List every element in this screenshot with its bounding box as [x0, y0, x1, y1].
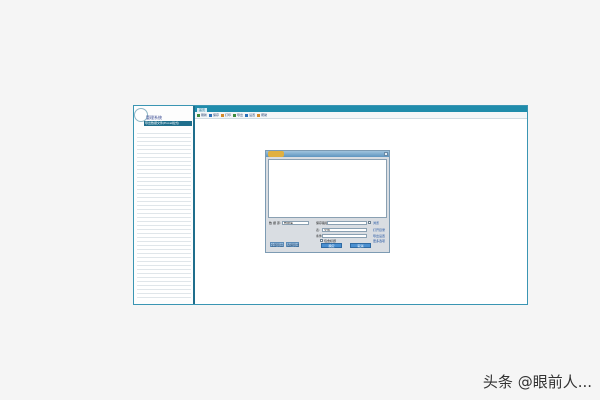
- source-select[interactable]: 数据库: [282, 221, 309, 225]
- export-all-button[interactable]: 全部导出: [270, 242, 284, 247]
- toolbar-settings-button[interactable]: 设置: [245, 113, 255, 117]
- open-folder-link[interactable]: 打开目录: [373, 228, 385, 232]
- close-icon[interactable]: [384, 152, 388, 156]
- toolbar-label: 打印: [225, 113, 232, 117]
- help-icon: [257, 113, 261, 117]
- table-label: 表:: [316, 228, 321, 232]
- source-label: 数 据 源:: [269, 221, 281, 225]
- refresh-icon: [197, 113, 200, 117]
- condition-input[interactable]: [322, 234, 367, 238]
- export-icon: [233, 113, 237, 117]
- toolbar-label: 设置: [249, 113, 256, 117]
- toolbar-refresh-button[interactable]: 刷新: [197, 113, 207, 117]
- dialog-title-bar: [266, 151, 389, 157]
- print-icon: [221, 113, 225, 117]
- path-input[interactable]: [327, 221, 367, 225]
- table-select[interactable]: 全部: [322, 228, 367, 232]
- path-checkbox[interactable]: [368, 221, 371, 224]
- more-options-link[interactable]: 更多选项: [373, 239, 385, 243]
- export-dialog: 数 据 源: 数据库 保存路径: 浏览 表: 全部 打开目录 条件: 导出设置 …: [265, 150, 390, 253]
- toolbar-help-button[interactable]: 帮助: [257, 113, 267, 117]
- browse-link[interactable]: 浏览: [373, 221, 379, 225]
- sidebar-list[interactable]: [137, 130, 191, 300]
- settings-icon: [245, 113, 249, 117]
- watermark: 头条 @眼前人...: [482, 373, 592, 391]
- save-icon: [209, 113, 213, 117]
- dialog-output-area[interactable]: [268, 159, 387, 218]
- ok-button[interactable]: 确定: [321, 243, 342, 248]
- toolbar: 刷新 保存 打印 导出 设置 帮助: [195, 112, 527, 119]
- toolbar-label: 导出: [237, 113, 244, 117]
- export-selected-button[interactable]: 选择导出: [286, 242, 299, 247]
- cancel-button[interactable]: 取消: [350, 243, 371, 248]
- include-header-checkbox[interactable]: [320, 239, 323, 242]
- sidebar: 管理系统 导出数据文件(Excel格式): [134, 106, 195, 304]
- toolbar-label: 保存: [213, 113, 220, 117]
- toolbar-save-button[interactable]: 保存: [209, 113, 219, 117]
- toolbar-label: 刷新: [201, 113, 208, 117]
- toolbar-label: 帮助: [261, 113, 268, 117]
- sidebar-item-selected[interactable]: 导出数据文件(Excel格式): [144, 121, 192, 126]
- dialog-logo-icon: [268, 151, 284, 157]
- toolbar-export-button[interactable]: 导出: [233, 113, 243, 117]
- toolbar-print-button[interactable]: 打印: [221, 113, 231, 117]
- export-settings-link[interactable]: 导出设置: [373, 234, 385, 238]
